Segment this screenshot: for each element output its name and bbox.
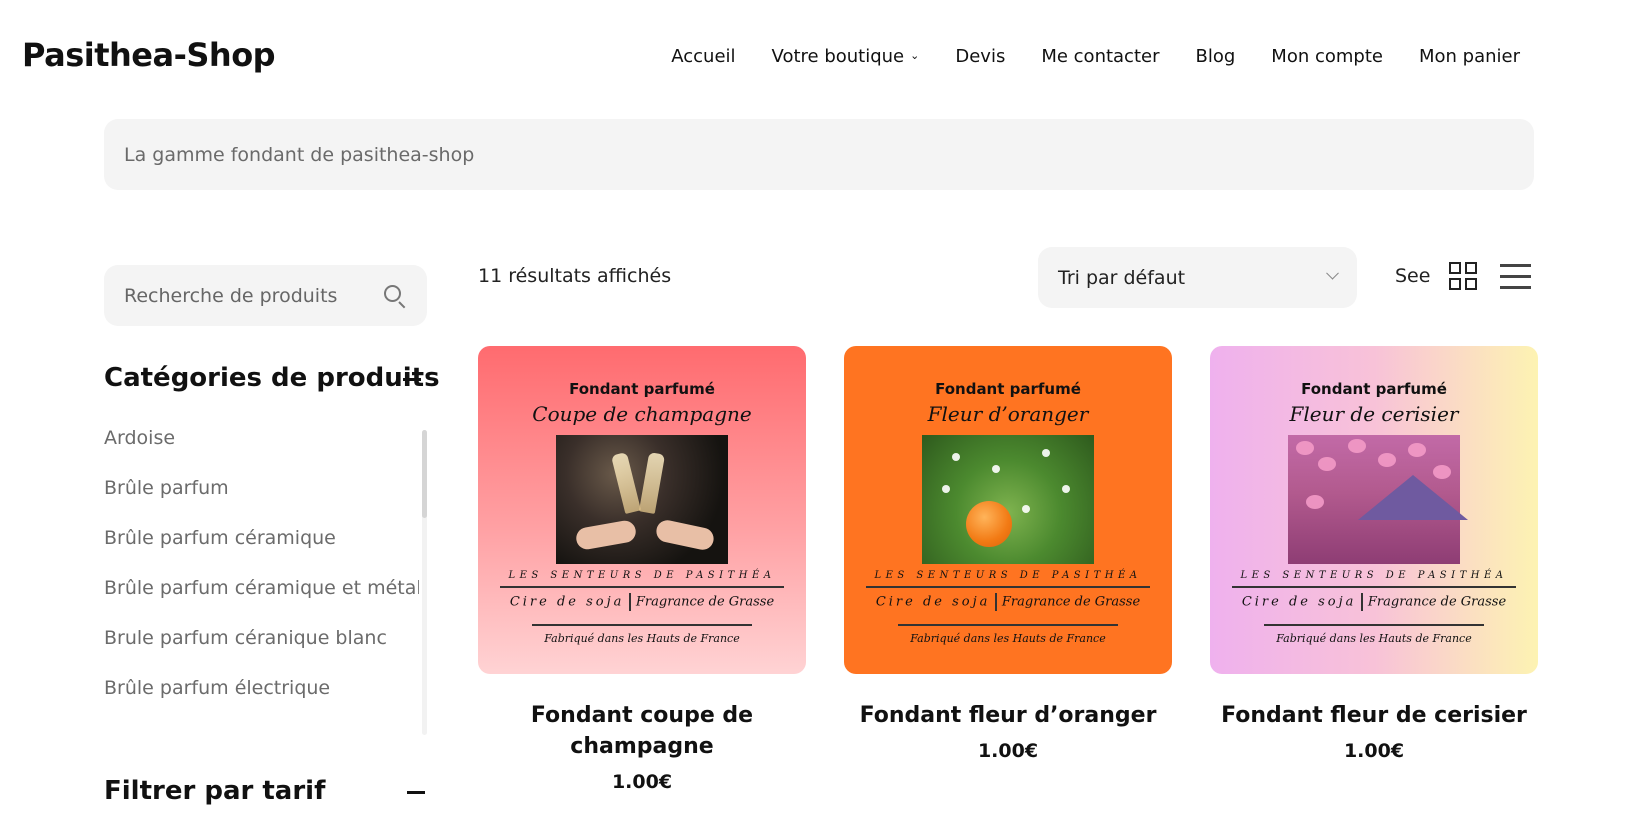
main-nav: Accueil Votre boutique ⌄ Devis Me contact… (671, 46, 1520, 67)
nav-item-blog[interactable]: Blog (1196, 46, 1236, 67)
category-scrollbar-thumb[interactable] (422, 430, 427, 518)
sidebar: Recherche de produits Catégories de prod… (104, 265, 440, 806)
site-logo[interactable]: Pasithea-Shop (22, 36, 276, 74)
nav-item-votre-boutique[interactable]: Votre boutique ⌄ (772, 46, 920, 67)
image-made-in: Fabriqué dans les Hauts de France (544, 632, 740, 645)
grid-view-icon[interactable] (1449, 262, 1478, 291)
product-image[interactable]: Fondant parfumé Fleur de cerisier LES SE… (1210, 346, 1538, 674)
category-scrollbar[interactable] (422, 430, 427, 735)
divider (1232, 586, 1516, 588)
image-brand: LES SENTEURS DE PASITHÉA (1240, 570, 1508, 581)
champagne-photo (556, 435, 728, 564)
nav-item-mon-compte[interactable]: Mon compte (1271, 46, 1383, 67)
category-item-ardoise[interactable]: Ardoise (104, 425, 419, 475)
list-view-icon[interactable] (1500, 264, 1531, 289)
search-icon[interactable] (383, 284, 407, 308)
chevron-down-icon (1326, 266, 1339, 280)
category-item-brule-parfum-ceramique[interactable]: Brûle parfum céramique (104, 525, 419, 575)
product-image[interactable]: Fondant parfumé Coupe de champagne LES S… (478, 346, 806, 674)
nav-item-mon-panier[interactable]: Mon panier (1419, 46, 1520, 67)
divider (866, 586, 1150, 588)
product-image[interactable]: Fondant parfumé Fleur d’oranger LES SENT… (844, 346, 1172, 674)
nav-label: Mon panier (1418, 46, 1520, 67)
divider (1264, 624, 1484, 626)
collapse-categories-icon[interactable] (403, 378, 421, 381)
nav-label: Accueil (671, 46, 736, 67)
image-made-in: Fabriqué dans les Hauts de France (1276, 632, 1472, 645)
category-item-brule-parfum[interactable]: Brûle parfum (104, 475, 419, 525)
image-title: Fondant parfumé (569, 380, 715, 398)
search-placeholder: Recherche de produits (124, 284, 338, 307)
site-header: Pasithea-Shop Accueil Votre boutique ⌄ De… (0, 0, 1638, 110)
chevron-down-icon: ⌄ (910, 49, 920, 62)
product-search-input[interactable]: Recherche de produits (104, 265, 427, 326)
image-made-in: Fabriqué dans les Hauts de France (910, 632, 1106, 645)
divider (500, 586, 784, 588)
nav-item-me-contacter[interactable]: Me contacter (1041, 46, 1159, 67)
price-filter-title: Filtrer par tarif (104, 776, 326, 806)
image-title: Fondant parfumé (1301, 380, 1447, 398)
sort-select[interactable]: Tri par défaut (1038, 247, 1357, 308)
divider (532, 624, 752, 626)
banner-text: La gamme fondant de pasithea-shop (124, 143, 475, 166)
category-item-brule-parfum-electrique[interactable]: Brûle parfum électrique (104, 675, 419, 725)
image-script-title: Coupe de champagne (532, 402, 752, 426)
image-brand: LES SENTEURS DE PASITHÉA (874, 570, 1142, 581)
sort-selected-value: Tri par défaut (1058, 266, 1186, 289)
page-banner: La gamme fondant de pasithea-shop (104, 119, 1534, 190)
nav-item-devis[interactable]: Devis (955, 46, 1005, 67)
image-brand: LES SENTEURS DE PASITHÉA (508, 570, 776, 581)
view-label: See (1395, 265, 1431, 287)
nav-label: Votre boutique (771, 46, 905, 67)
product-price: 1.00€ (611, 771, 673, 793)
categories-title: Catégories de produits (104, 363, 440, 393)
product-name[interactable]: Fondant coupe de champagne (478, 700, 806, 762)
product-card[interactable]: Fondant parfumé Fleur de cerisier LES SE… (1210, 346, 1538, 762)
image-details: Cire de soja Fragrance de Grasse (509, 593, 775, 611)
product-price: 1.00€ (1343, 740, 1405, 762)
product-name[interactable]: Fondant fleur de cerisier (1210, 700, 1538, 731)
product-price: 1.00€ (977, 740, 1039, 762)
product-card[interactable]: Fondant parfumé Fleur d’oranger LES SENT… (844, 346, 1172, 762)
nav-label: Me contacter (1041, 46, 1160, 67)
image-script-title: Fleur de cerisier (1289, 402, 1459, 426)
orange-blossom-photo (922, 435, 1094, 564)
nav-label: Mon compte (1271, 46, 1383, 67)
image-details: Cire de soja Fragrance de Grasse (1241, 593, 1507, 611)
nav-label: Blog (1195, 46, 1236, 67)
product-card[interactable]: Fondant parfumé Coupe de champagne LES S… (478, 346, 806, 793)
results-count: 11 résultats affichés (478, 265, 672, 287)
image-details: Cire de soja Fragrance de Grasse (875, 593, 1141, 611)
image-script-title: Fleur d’oranger (927, 402, 1089, 426)
product-name[interactable]: Fondant fleur d’oranger (844, 700, 1172, 731)
collapse-price-filter-icon[interactable] (407, 791, 425, 794)
nav-label: Devis (955, 46, 1006, 67)
image-title: Fondant parfumé (935, 380, 1081, 398)
cherry-blossom-photo (1288, 435, 1468, 564)
category-item-brule-parfum-ceranique-blanc[interactable]: Brule parfum céranique blanc (104, 625, 419, 675)
category-list: Ardoise Brûle parfum Brûle parfum cérami… (104, 425, 419, 730)
category-item-brule-parfum-ceramique-metal[interactable]: Brûle parfum céramique et métal (104, 575, 419, 625)
divider (898, 624, 1118, 626)
nav-item-accueil[interactable]: Accueil (671, 46, 735, 67)
